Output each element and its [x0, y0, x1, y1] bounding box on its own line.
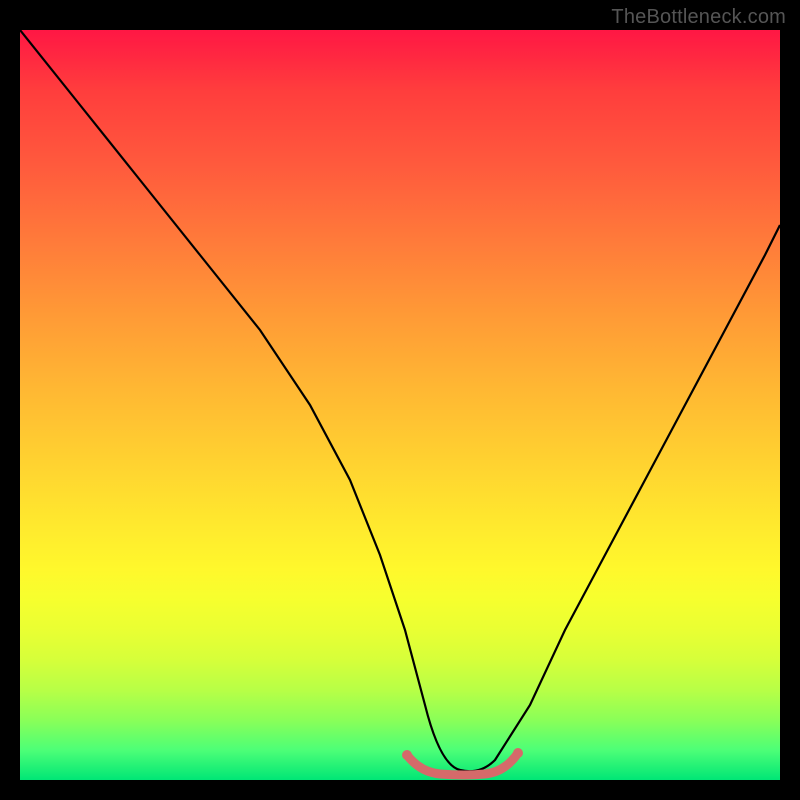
chart-frame: TheBottleneck.com: [0, 0, 800, 800]
optimum-band: [407, 753, 518, 775]
curve-svg: [20, 30, 780, 780]
optimum-band-right-dot: [513, 748, 523, 758]
optimum-band-left-dot: [402, 750, 412, 760]
bottleneck-curve: [20, 30, 780, 771]
attribution-text: TheBottleneck.com: [611, 6, 786, 29]
plot-area: [20, 30, 780, 780]
